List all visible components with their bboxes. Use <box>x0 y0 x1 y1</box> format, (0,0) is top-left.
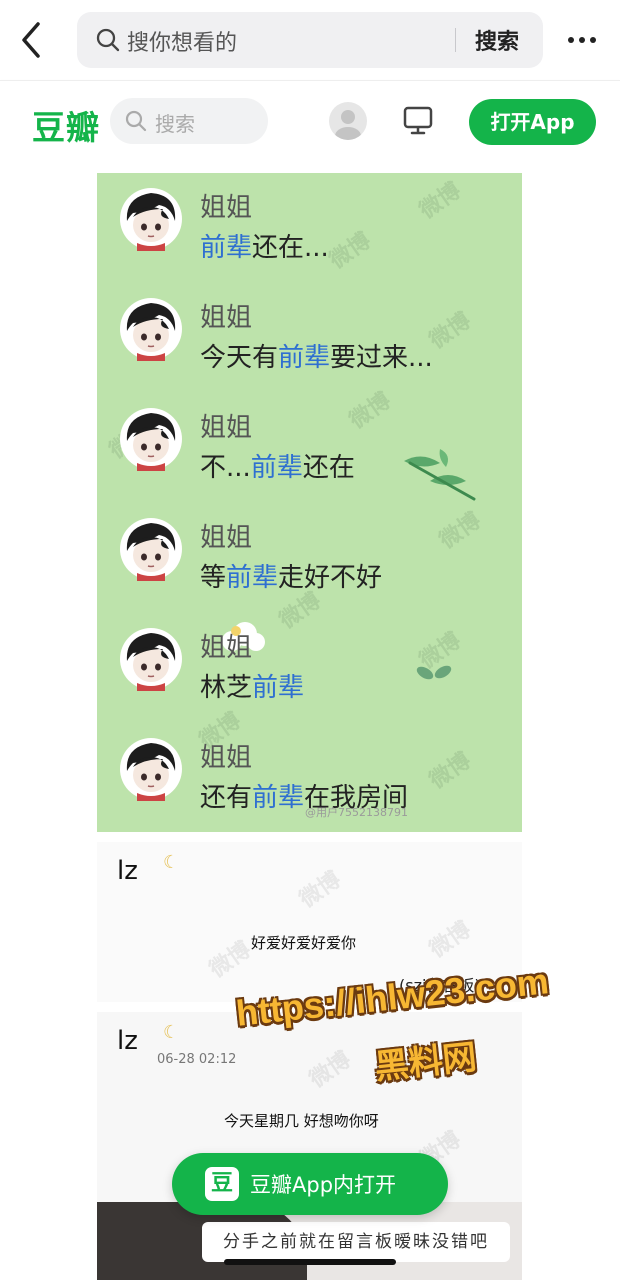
chat-message-text: 前辈还在... <box>200 227 329 264</box>
user-icon <box>335 110 361 140</box>
text-segment: 还在 <box>302 453 355 483</box>
chat-message-text: 等前辈走好不好 <box>200 557 382 594</box>
more-options-button[interactable] <box>566 30 598 50</box>
chat-message-text: 不...前辈还在 <box>200 447 355 484</box>
text-segment: 今天有 <box>200 343 279 373</box>
text-segment: 走好不好 <box>278 563 383 593</box>
highlight-word: 前辈 <box>250 453 303 483</box>
note-text: 今天星期几 好想吻你呀 <box>224 1112 379 1130</box>
weibo-watermark: 微博 <box>305 1047 356 1093</box>
post-content: 微博 微博 微博 微博 微博 微博 微博 微博 微博 微博 <box>0 162 620 1280</box>
chat-message-text: 今天有前辈要过来... <box>200 337 433 374</box>
open-in-app-button[interactable]: 豆 豆瓣App内打开 <box>172 1153 448 1215</box>
chat-message: 姐姐 等前辈走好不好 <box>97 503 522 613</box>
chevron-left-icon <box>22 22 40 58</box>
text-segment: 还在... <box>252 233 329 263</box>
search-divider <box>455 28 456 52</box>
highlight-word: 前辈 <box>226 563 279 593</box>
note-username: lz <box>117 856 138 886</box>
dot <box>568 37 574 43</box>
chat-message: 姐姐 今天有前辈要过来... <box>97 283 522 393</box>
monitor-icon <box>403 106 433 135</box>
text-segment: 还有 <box>200 783 253 813</box>
search-button[interactable]: 搜索 <box>475 24 519 56</box>
douban-header: 豆瓣 搜索 打开App <box>0 80 620 163</box>
home-indicator[interactable] <box>224 1259 396 1265</box>
avatar <box>120 298 182 361</box>
chat-message: 姐姐 前辈还在... <box>97 173 522 283</box>
weibo-watermark: 微博 <box>425 917 476 963</box>
text-segment: 不... <box>200 453 251 483</box>
search-placeholder[interactable]: 搜你想看的 <box>127 25 237 57</box>
chat-sender-name: 姐姐 <box>200 413 253 443</box>
moon-icon: ☾ <box>163 852 180 873</box>
chat-sender-name: 姐姐 <box>200 743 253 773</box>
highlight-word: 前辈 <box>252 783 305 813</box>
dot <box>579 37 585 43</box>
browser-top-bar: 搜你想看的 搜索 <box>0 0 620 80</box>
open-app-button[interactable]: 打开App <box>469 99 596 145</box>
douban-app-icon: 豆 <box>205 1167 239 1201</box>
text-segment: 等 <box>200 563 227 593</box>
browser-search-box[interactable]: 搜你想看的 搜索 <box>77 12 543 68</box>
note-date: 06-28 02:12 <box>157 1052 237 1067</box>
douban-search-placeholder: 搜索 <box>155 112 195 136</box>
avatar <box>120 628 182 691</box>
avatar <box>120 188 182 251</box>
avatar <box>120 738 182 801</box>
search-icon <box>96 28 120 52</box>
highlight-word: 前辈 <box>200 233 253 263</box>
chat-sender-name: 姐姐 <box>200 523 253 553</box>
chat-sender-name: 姐姐 <box>200 633 253 663</box>
weibo-watermark: 微博 <box>295 867 346 913</box>
chat-message: 姐姐 林芝前辈 <box>97 613 522 723</box>
search-icon <box>125 110 147 132</box>
highlight-word: 前辈 <box>252 673 305 703</box>
note-username: lz <box>117 1026 138 1056</box>
chat-message-text: 林芝前辈 <box>200 667 304 704</box>
chat-sender-name: 姐姐 <box>200 193 253 223</box>
text-segment: 林芝 <box>200 673 253 703</box>
dot <box>590 37 596 43</box>
douban-search-input[interactable]: 搜索 <box>110 98 268 144</box>
back-button[interactable] <box>14 18 50 62</box>
chat-message: 姐姐 不...前辈还在 <box>97 393 522 503</box>
desktop-view-button[interactable] <box>402 105 434 137</box>
douban-logo[interactable]: 豆瓣 <box>32 101 100 149</box>
weibo-credit: @用户7552138791 <box>305 806 408 819</box>
chat-screenshot-image[interactable]: 微博 微博 微博 微博 微博 微博 微博 微博 微博 微博 <box>97 173 522 832</box>
text-segment: 要过来... <box>330 343 433 373</box>
chat-sender-name: 姐姐 <box>200 303 253 333</box>
open-in-app-label: 豆瓣App内打开 <box>250 1173 397 1197</box>
weibo-watermark: 微博 <box>205 937 256 983</box>
photo-caption: 分手之前就在留言板暧昧没错吧 <box>202 1222 510 1262</box>
note-text: 好爱好爱好爱你 <box>251 934 357 952</box>
avatar <box>120 408 182 471</box>
user-avatar-button[interactable] <box>329 102 367 140</box>
highlight-word: 前辈 <box>278 343 331 373</box>
moon-icon: ☾ <box>163 1022 180 1043</box>
avatar <box>120 518 182 581</box>
